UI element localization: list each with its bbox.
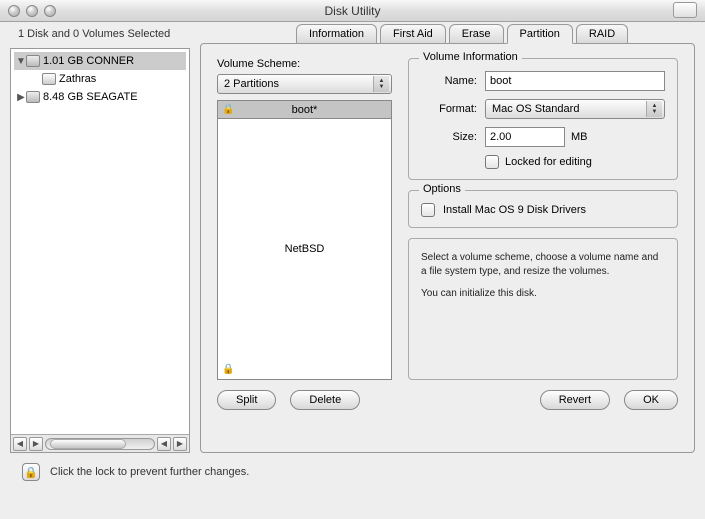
tab-information[interactable]: Information (296, 24, 377, 44)
help-group: Select a volume scheme, choose a volume … (408, 238, 678, 380)
locked-label: Locked for editing (505, 156, 592, 168)
scroll-thumb[interactable] (50, 439, 126, 449)
popup-arrows-icon: ▲▼ (646, 101, 662, 117)
footer: 🔒 Click the lock to prevent further chan… (0, 453, 705, 481)
size-unit: MB (571, 131, 588, 143)
tab-raid[interactable]: RAID (576, 24, 628, 44)
volume-name-input[interactable] (485, 71, 665, 91)
lock-icon: 🔒 (222, 364, 234, 375)
disk-label: 1.01 GB CONNER (43, 55, 134, 67)
delete-button[interactable]: Delete (290, 390, 360, 410)
disclosure-triangle-icon[interactable]: ▶ (16, 92, 26, 103)
window-title: Disk Utility (0, 4, 705, 18)
partition-label: NetBSD (285, 243, 325, 255)
help-text-1: Select a volume scheme, choose a volume … (421, 251, 665, 279)
options-group: Options Install Mac OS 9 Disk Drivers (408, 190, 678, 228)
revert-button[interactable]: Revert (540, 390, 610, 410)
disk-icon (26, 55, 40, 67)
format-label: Format: (421, 103, 477, 115)
lock-button[interactable]: 🔒 (22, 463, 40, 481)
titlebar: Disk Utility (0, 0, 705, 22)
volume-scheme-value: 2 Partitions (224, 78, 279, 90)
toolbar-toggle-button[interactable] (673, 2, 697, 18)
volume-label: Zathras (59, 73, 96, 85)
disk-icon (26, 91, 40, 103)
lock-icon: 🔒 (222, 104, 234, 115)
scroll-right-button[interactable]: ▶ (29, 437, 43, 451)
disk-sidebar: ▼ 1.01 GB CONNER Zathras ▶ 8.48 GB SEAGA… (10, 48, 190, 453)
size-label: Size: (421, 131, 477, 143)
disk-row-seagate[interactable]: ▶ 8.48 GB SEAGATE (14, 88, 186, 106)
partition-segment-netbsd[interactable]: 🔒 NetBSD (218, 119, 391, 379)
disk-label: 8.48 GB SEAGATE (43, 91, 138, 103)
disclosure-triangle-icon[interactable]: ▼ (16, 56, 26, 67)
options-legend: Options (419, 183, 465, 195)
volume-information-legend: Volume Information (419, 51, 522, 63)
split-button[interactable]: Split (217, 390, 276, 410)
partition-panel: Volume Scheme: 2 Partitions ▲▼ 🔒 boot* 🔒… (200, 43, 695, 453)
disk-row-conner[interactable]: ▼ 1.01 GB CONNER (14, 52, 186, 70)
scroll-left-button[interactable]: ◀ (13, 437, 27, 451)
volume-icon (42, 73, 56, 85)
partition-label: boot* (292, 104, 318, 116)
install-drivers-checkbox[interactable] (421, 203, 435, 217)
size-input[interactable] (485, 127, 565, 147)
tab-partition[interactable]: Partition (507, 24, 573, 44)
scroll-track[interactable] (45, 438, 155, 450)
volume-information-group: Volume Information Name: Format: Mac OS … (408, 58, 678, 180)
partition-map: 🔒 boot* 🔒 NetBSD (217, 100, 392, 380)
volume-scheme-popup[interactable]: 2 Partitions ▲▼ (217, 74, 392, 94)
tab-first-aid[interactable]: First Aid (380, 24, 446, 44)
volume-scheme-label: Volume Scheme: (217, 58, 392, 70)
locked-checkbox[interactable] (485, 155, 499, 169)
scroll-left-button-2[interactable]: ◀ (157, 437, 171, 451)
tab-erase[interactable]: Erase (449, 24, 504, 44)
name-label: Name: (421, 75, 477, 87)
help-text-2: You can initialize this disk. (421, 287, 665, 301)
popup-arrows-icon: ▲▼ (373, 76, 389, 92)
volume-row-zathras[interactable]: Zathras (14, 70, 186, 88)
scroll-right-button-2[interactable]: ▶ (173, 437, 187, 451)
format-value: Mac OS Standard (492, 103, 579, 115)
footer-text: Click the lock to prevent further change… (50, 466, 249, 478)
ok-button[interactable]: OK (624, 390, 678, 410)
partition-segment-boot[interactable]: 🔒 boot* (218, 101, 391, 119)
install-drivers-label: Install Mac OS 9 Disk Drivers (443, 204, 586, 216)
sidebar-horizontal-scrollbar[interactable]: ◀ ▶ ◀ ▶ (11, 434, 189, 452)
format-popup[interactable]: Mac OS Standard ▲▼ (485, 99, 665, 119)
